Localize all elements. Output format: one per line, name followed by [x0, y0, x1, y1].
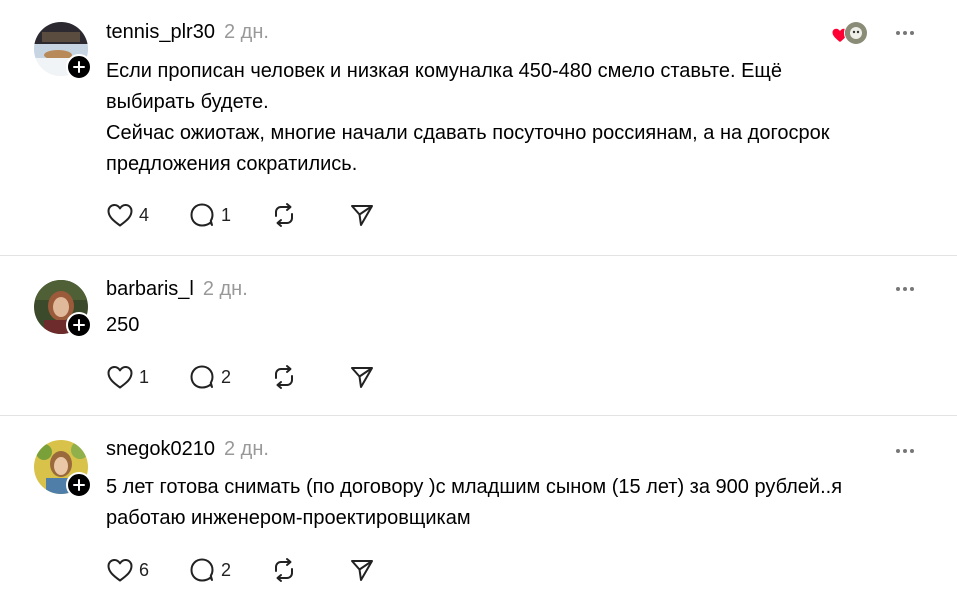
avatar[interactable]	[34, 280, 92, 338]
timestamp[interactable]: 2 дн.	[224, 21, 269, 44]
post-header: snegok0210 2 дн.	[106, 438, 269, 461]
plus-icon	[73, 479, 85, 491]
username[interactable]: barbaris_l	[106, 278, 194, 301]
like-count: 4	[139, 204, 150, 225]
follow-plus-button[interactable]	[66, 472, 92, 498]
comment-icon	[190, 558, 214, 582]
username[interactable]: tennis_plr30	[106, 21, 215, 44]
liker-avatar	[844, 21, 868, 45]
share-button[interactable]	[348, 556, 388, 584]
follow-plus-button[interactable]	[66, 54, 92, 80]
post-header: tennis_plr30 2 дн.	[106, 21, 269, 44]
more-dot	[910, 31, 914, 35]
heart-icon	[107, 204, 133, 227]
post-line: 250	[106, 314, 140, 336]
repost-icon	[275, 203, 293, 227]
more-dot	[910, 449, 914, 453]
post-text: Если прописан человек и низкая комуналка…	[106, 56, 936, 180]
repost-icon	[275, 365, 293, 389]
username[interactable]: snegok0210	[106, 438, 215, 461]
comment-icon	[190, 203, 214, 227]
post-line: Если прописан человек и низкая комуналка…	[106, 60, 783, 113]
repost-button[interactable]	[270, 201, 348, 229]
more-icon	[896, 449, 900, 453]
post-header: barbaris_l 2 дн.	[106, 278, 248, 301]
repost-button[interactable]	[270, 556, 348, 584]
like-button[interactable]: 1	[106, 364, 188, 390]
more-dot	[903, 287, 907, 291]
repost-icon	[275, 558, 293, 582]
reply-count: 2	[221, 366, 232, 387]
post-text: 250	[106, 310, 936, 341]
share-icon	[351, 205, 373, 226]
reply-count: 1	[221, 204, 232, 225]
action-bar: 1 2	[106, 362, 388, 392]
thread-post: snegok0210 2 дн. 5 лет готова снимать (п…	[0, 416, 957, 606]
avatar[interactable]	[34, 440, 92, 498]
thread-post: barbaris_l 2 дн. 250 1 2	[0, 256, 957, 415]
share-icon	[351, 367, 373, 388]
like-count: 6	[139, 559, 150, 580]
repost-button[interactable]	[270, 363, 348, 391]
action-bar: 4 1	[106, 200, 388, 230]
reply-button[interactable]: 2	[188, 363, 270, 391]
more-icon	[896, 31, 900, 35]
reply-count: 2	[221, 559, 232, 580]
like-button[interactable]: 4	[106, 202, 188, 228]
more-options-button[interactable]	[890, 277, 920, 301]
more-dot	[903, 31, 907, 35]
reply-button[interactable]: 2	[188, 556, 270, 584]
heart-icon	[107, 366, 133, 389]
comment-icon	[190, 365, 214, 389]
avatar[interactable]	[34, 22, 92, 80]
like-count: 1	[139, 366, 150, 387]
post-line: Сейчас ожиотаж, многие начали сдавать по…	[106, 122, 830, 175]
thread-post: tennis_plr30 2 дн. Если прописан человек…	[0, 0, 957, 255]
more-icon	[896, 287, 900, 291]
heart-icon	[107, 559, 133, 582]
like-button[interactable]: 6	[106, 557, 188, 583]
more-options-button[interactable]	[890, 21, 920, 45]
share-icon	[351, 560, 373, 581]
timestamp[interactable]: 2 дн.	[224, 438, 269, 461]
follow-plus-button[interactable]	[66, 312, 92, 338]
post-line: 5 лет готова снимать (по договору )с мла…	[106, 476, 843, 529]
more-dot	[903, 449, 907, 453]
more-dot	[910, 287, 914, 291]
liked-by-indicator[interactable]	[832, 20, 868, 46]
share-button[interactable]	[348, 363, 388, 391]
plus-icon	[73, 61, 85, 73]
more-options-button[interactable]	[890, 439, 920, 463]
post-text: 5 лет готова снимать (по договору )с мла…	[106, 472, 926, 534]
reply-button[interactable]: 1	[188, 201, 270, 229]
action-bar: 6 2	[106, 555, 388, 585]
share-button[interactable]	[348, 201, 388, 229]
timestamp[interactable]: 2 дн.	[203, 278, 248, 301]
plus-icon	[73, 319, 85, 331]
